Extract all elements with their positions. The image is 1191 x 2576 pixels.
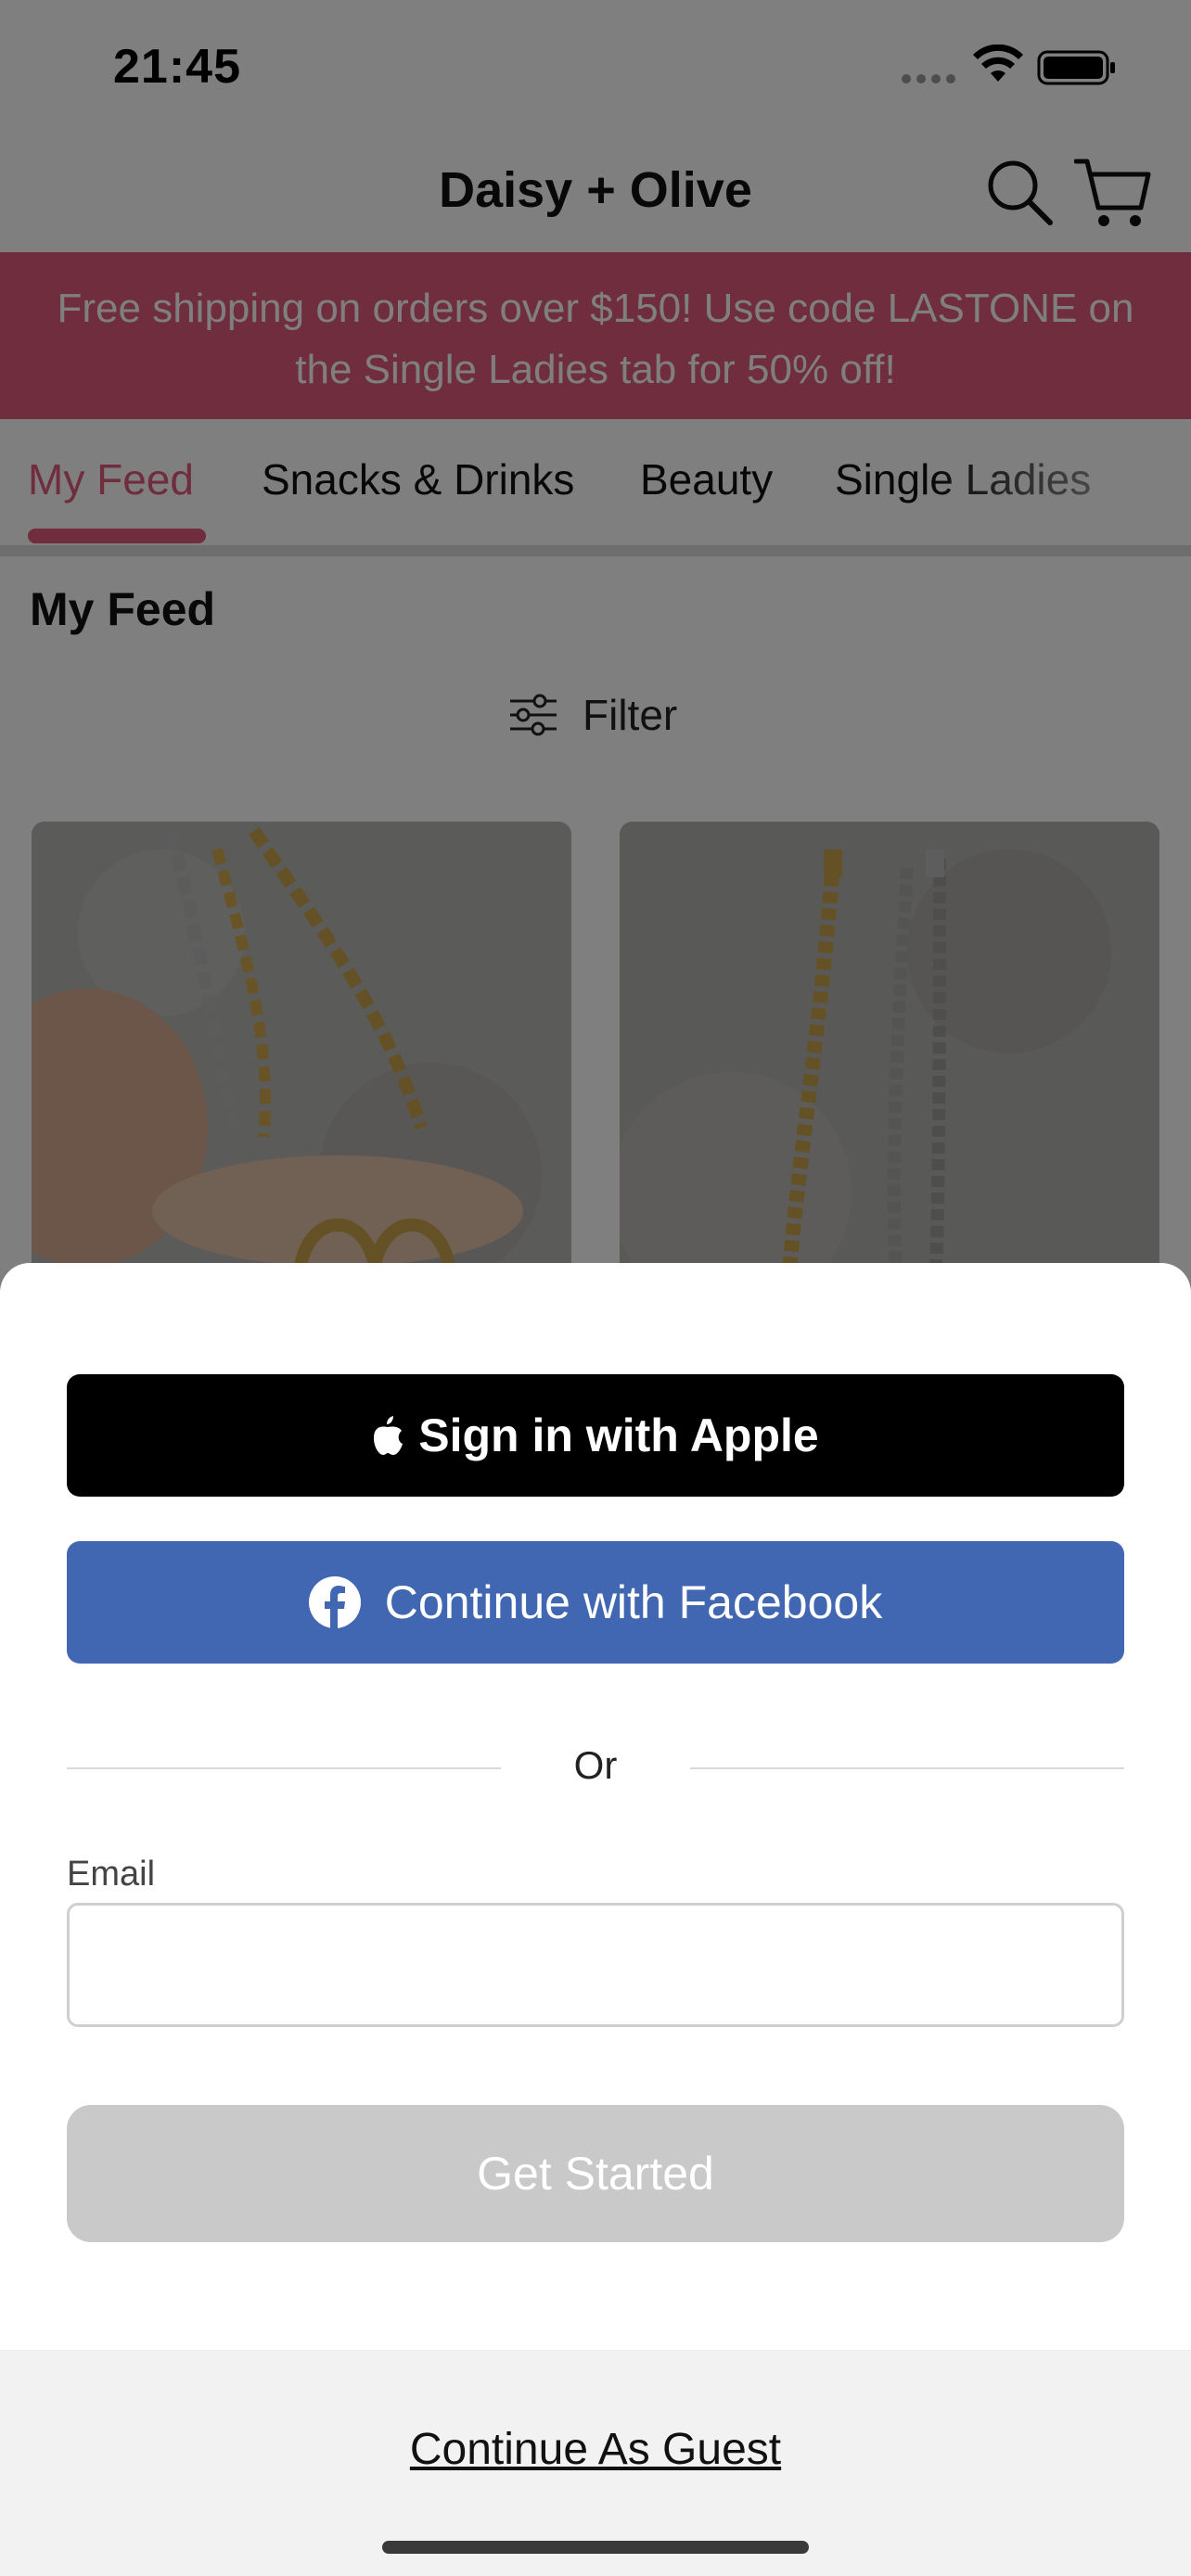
facebook-button-label: Continue with Facebook	[384, 1576, 883, 1628]
email-input[interactable]	[67, 1903, 1124, 2027]
sign-in-with-apple-button[interactable]: Sign in with Apple	[67, 1374, 1124, 1497]
get-started-button[interactable]: Get Started	[67, 2105, 1124, 2242]
or-divider-text: Or	[573, 1743, 618, 1787]
home-indicator	[382, 2541, 809, 2554]
apple-button-label: Sign in with Apple	[418, 1409, 819, 1461]
continue-with-facebook-button[interactable]: Continue with Facebook	[67, 1541, 1124, 1664]
continue-as-guest-link[interactable]: Continue As Guest	[0, 2424, 1191, 2475]
get-started-label: Get Started	[477, 2148, 714, 2200]
email-label: Email	[67, 1855, 156, 1894]
divider-left	[67, 1767, 501, 1769]
divider-right	[690, 1767, 1124, 1769]
sign-in-sheet: Sign in with Apple Continue with Faceboo…	[0, 1263, 1191, 2576]
apple-logo-icon	[374, 1416, 403, 1455]
facebook-logo-icon	[308, 1576, 361, 1628]
